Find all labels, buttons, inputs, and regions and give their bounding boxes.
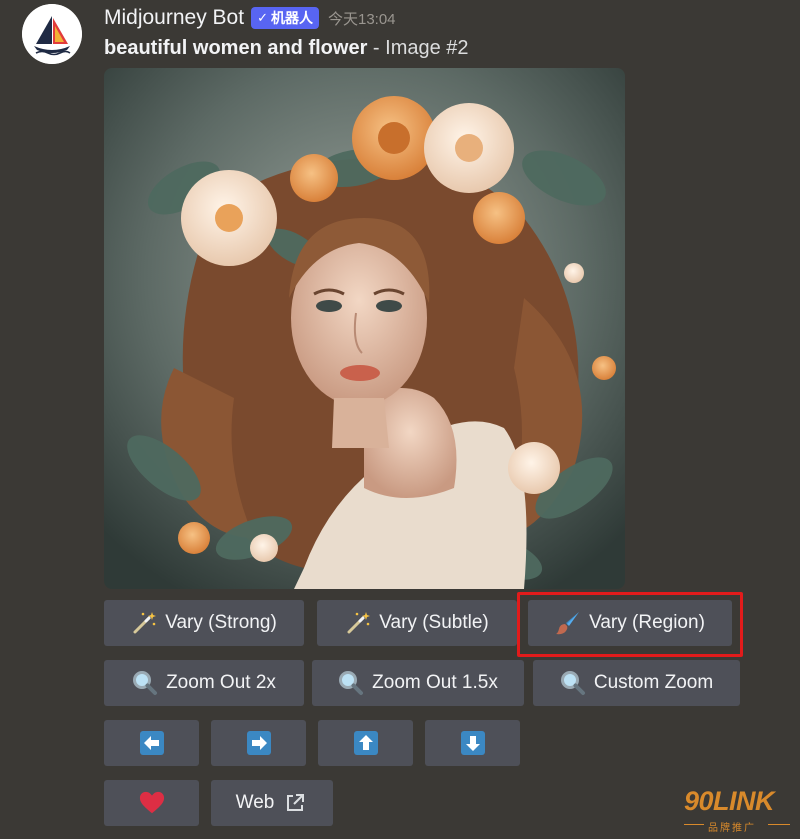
app-badge: ✓ 机器人 [251, 7, 319, 29]
pan-up-button[interactable] [318, 720, 413, 766]
watermark-line-left [684, 824, 704, 825]
arrow-up-icon [353, 730, 379, 756]
message-timestamp: 今天13:04 [327, 10, 396, 28]
discord-message: Midjourney Bot ✓ 机器人 今天13:04 beautiful w… [0, 0, 800, 839]
web-link-button[interactable]: Web [211, 780, 333, 826]
portrait-artwork [104, 68, 625, 589]
watermark: 90LINK 品牌推广 [684, 786, 794, 834]
bot-name[interactable]: Midjourney Bot [104, 6, 244, 30]
watermark-brand: 90LINK [684, 786, 775, 816]
image-suffix: - Image #2 [367, 37, 469, 59]
bot-avatar[interactable] [22, 4, 82, 64]
watermark-tagline: 品牌推广 [708, 823, 756, 834]
magnifier-icon [338, 670, 364, 696]
message-header: Midjourney Bot ✓ 机器人 今天13:04 [104, 4, 396, 32]
highlight-annotation [517, 592, 743, 657]
arrow-left-icon [139, 730, 165, 756]
zoom-out-2x-label: Zoom Out 2x [166, 672, 276, 693]
vary-subtle-label: Vary (Subtle) [379, 612, 489, 633]
vary-subtle-button[interactable]: Vary (Subtle) [317, 600, 517, 646]
pan-right-button[interactable] [211, 720, 306, 766]
prompt-text: beautiful women and flower [104, 37, 368, 59]
external-link-icon [282, 790, 308, 816]
zoom-out-1-5x-button[interactable]: Zoom Out 1.5x [312, 660, 524, 706]
pan-left-button[interactable] [104, 720, 199, 766]
custom-zoom-label: Custom Zoom [593, 672, 714, 693]
arrow-down-icon [460, 730, 486, 756]
vary-strong-label: Vary (Strong) [165, 612, 277, 633]
magic-wand-icon [345, 610, 371, 636]
verified-check-icon: ✓ [257, 10, 268, 25]
badge-label: 机器人 [270, 10, 313, 26]
zoom-out-2x-button[interactable]: Zoom Out 2x [104, 660, 304, 706]
watermark-line-right [768, 824, 790, 825]
magic-wand-icon [131, 610, 157, 636]
magnifier-icon [560, 670, 586, 696]
message-content: beautiful women and flower - Image #2 [104, 37, 469, 60]
custom-zoom-button[interactable]: Custom Zoom [533, 660, 740, 706]
generated-image[interactable] [104, 68, 625, 589]
arrow-right-icon [246, 730, 272, 756]
magnifier-icon [132, 670, 158, 696]
vary-strong-button[interactable]: Vary (Strong) [104, 600, 304, 646]
sailboat-logo-icon [22, 4, 82, 64]
zoom-out-1-5x-label: Zoom Out 1.5x [372, 672, 498, 693]
favorite-button[interactable] [104, 780, 199, 826]
pan-down-button[interactable] [425, 720, 520, 766]
heart-icon [139, 790, 165, 816]
web-label: Web [235, 792, 275, 813]
